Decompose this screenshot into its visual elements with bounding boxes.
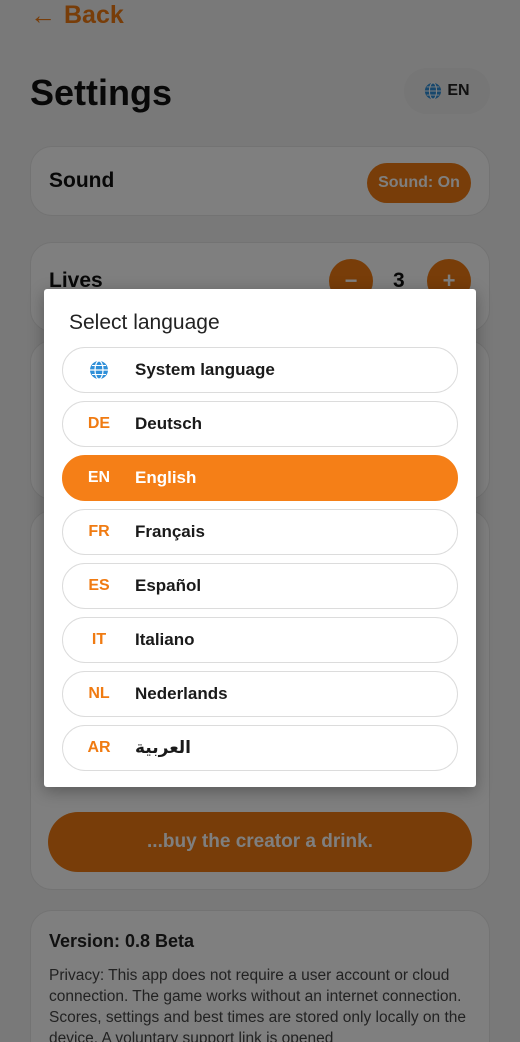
- language-name: System language: [135, 360, 275, 379]
- language-code: IT: [91, 631, 107, 648]
- language-code: DE: [87, 415, 111, 432]
- dialog-title: Select language: [69, 311, 220, 334]
- language-option-system[interactable]: System language: [62, 347, 458, 393]
- globe-icon: [63, 360, 135, 380]
- language-name: Nederlands: [135, 684, 228, 703]
- language-option-en[interactable]: EN English: [62, 455, 458, 501]
- language-code: NL: [88, 685, 110, 702]
- language-option-it[interactable]: IT Italiano: [62, 617, 458, 663]
- language-code: AR: [87, 739, 111, 756]
- language-option-fr[interactable]: FR Français: [62, 509, 458, 555]
- language-name: English: [135, 468, 197, 487]
- language-name: Deutsch: [135, 414, 203, 433]
- language-option-es[interactable]: ES Español: [62, 563, 458, 609]
- language-option-de[interactable]: DE Deutsch: [62, 401, 458, 447]
- language-name: Español: [135, 576, 202, 595]
- language-option-nl[interactable]: NL Nederlands: [62, 671, 458, 717]
- language-name: العربية: [135, 738, 192, 757]
- language-code: ES: [88, 577, 110, 594]
- language-code: EN: [87, 469, 111, 486]
- language-option-ar[interactable]: AR العربية: [62, 725, 458, 771]
- language-code: FR: [88, 523, 110, 540]
- language-name: Français: [135, 522, 205, 541]
- language-dialog: Select language System language DE Deuts…: [44, 289, 476, 787]
- language-name: Italiano: [135, 630, 195, 649]
